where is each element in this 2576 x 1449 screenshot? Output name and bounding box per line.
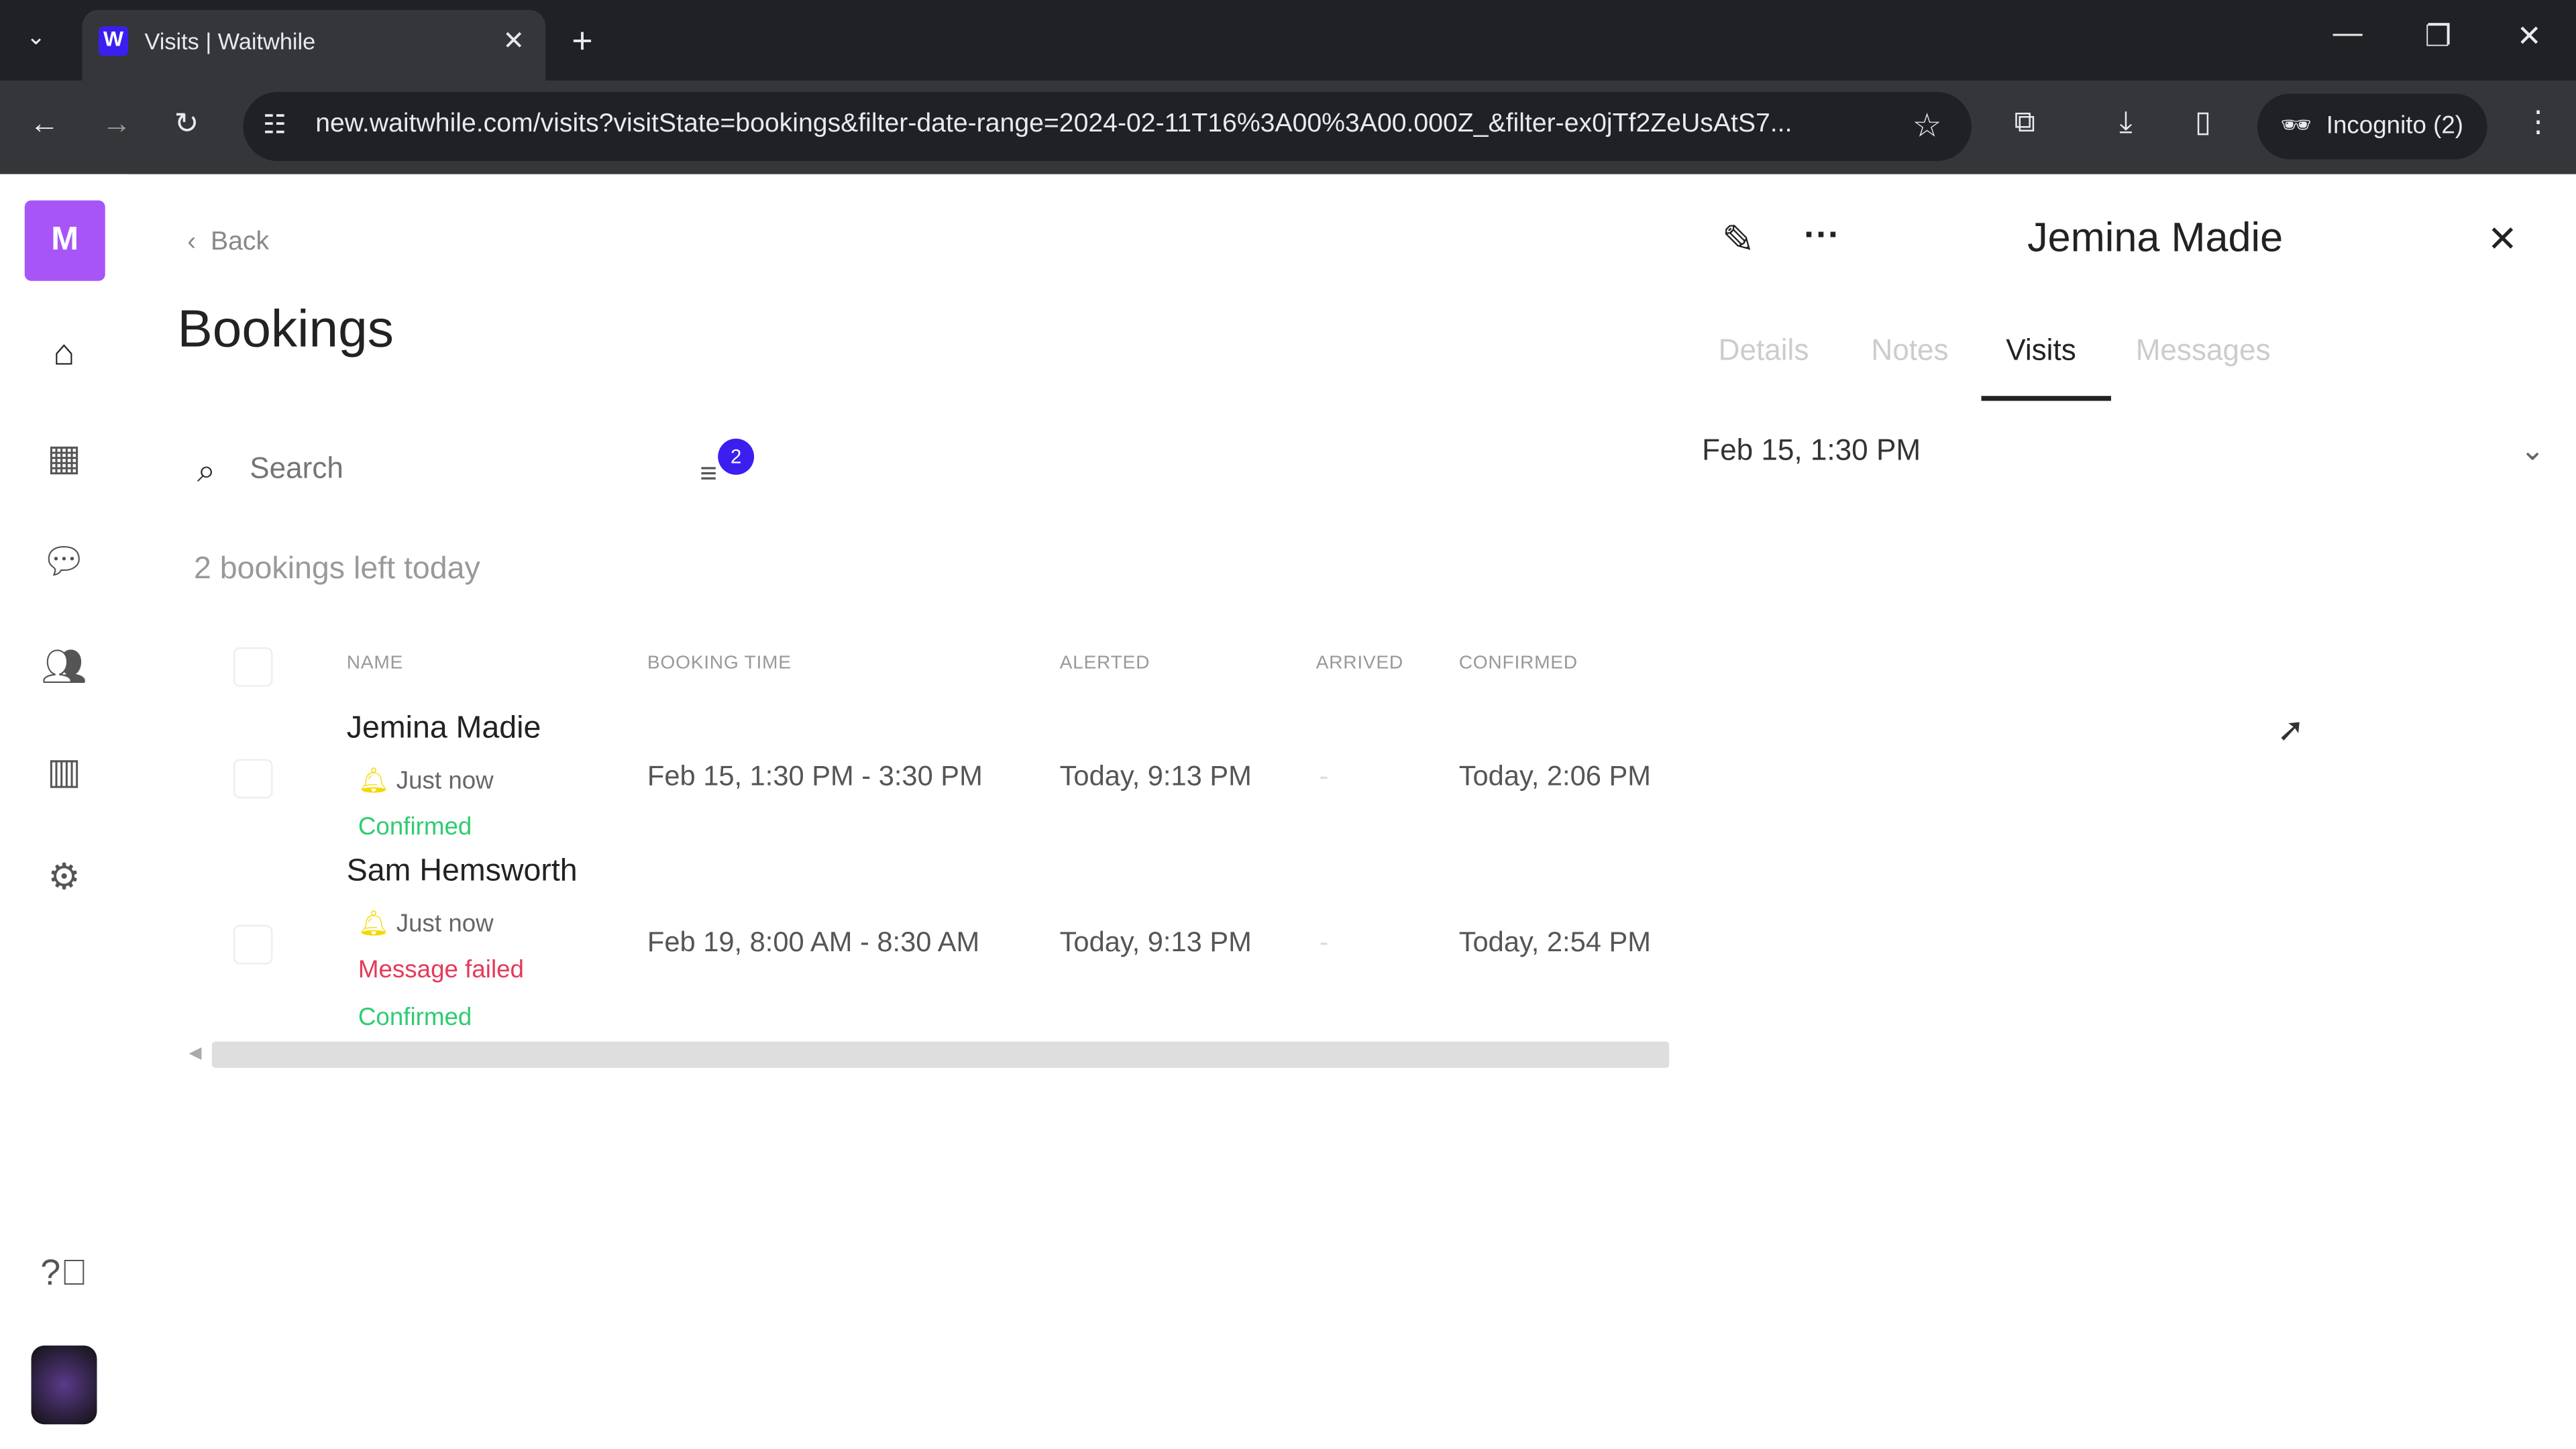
booking-time: Feb 19, 8:00 AM - 8:30 AM <box>647 926 980 958</box>
close-panel-icon[interactable]: ✕ <box>2487 219 2518 262</box>
help-icon[interactable]: ?⃝ <box>40 1248 89 1297</box>
scroll-left-icon[interactable]: ◀ <box>189 1045 202 1063</box>
tab-notes[interactable]: Notes <box>1871 333 1948 368</box>
column-header-booking-time[interactable]: BOOKING TIME <box>647 654 792 674</box>
bell-icon: 🔔︎ <box>358 910 390 938</box>
row-checkbox[interactable] <box>233 759 273 799</box>
minimize-icon[interactable]: — <box>2333 16 2363 50</box>
address-bar[interactable]: ☷ new.waitwhile.com/visits?visitState=bo… <box>243 92 1972 162</box>
new-tab-icon[interactable]: + <box>572 19 592 62</box>
alerted-time: Today, 9:13 PM <box>1059 760 1252 792</box>
column-header-name[interactable]: NAME <box>347 654 403 674</box>
tab-messages[interactable]: Messages <box>2136 333 2271 368</box>
browser-tab[interactable]: W Visits | Waitwhile ✕ <box>82 9 546 81</box>
column-header-arrived[interactable]: ARRIVED <box>1316 654 1403 674</box>
customer-name: Sam Hemsworth <box>346 854 578 889</box>
more-options-icon[interactable]: ··· <box>1804 213 1840 256</box>
back-link[interactable]: ‹ Back <box>187 228 269 258</box>
customer-name: Jemina Madie <box>346 711 541 746</box>
booking-time: Feb 15, 1:30 PM - 3:30 PM <box>647 760 983 792</box>
tab-search-icon[interactable]: ⌄ <box>26 23 46 51</box>
extensions-icon[interactable]: ⧉ <box>2014 105 2035 140</box>
bell-icon: 🔔︎ <box>358 767 390 796</box>
tab-title: Visits | Waitwhile <box>144 28 316 54</box>
incognito-icon: 🕶 <box>2280 111 2312 140</box>
incognito-button[interactable]: 🕶 Incognito (2) <box>2257 93 2487 160</box>
tab-visits[interactable]: Visits <box>2006 333 2076 368</box>
edit-icon[interactable]: ✎ <box>1722 217 1755 264</box>
calendar-icon[interactable]: ▦ <box>40 434 89 483</box>
alert-time: Just now <box>396 767 494 796</box>
column-header-confirmed[interactable]: CONFIRMED <box>1459 654 1578 674</box>
download-icon[interactable]: ⤓ <box>2119 105 2133 140</box>
search-input[interactable] <box>246 450 664 488</box>
search-icon: ⌕ <box>197 453 216 490</box>
restore-icon[interactable]: ❐ <box>2425 19 2452 54</box>
filter-icon[interactable]: ≡ <box>700 457 717 491</box>
table-row[interactable]: Jemina Madie 🔔︎ Just now Confirmed Feb 1… <box>180 706 1669 848</box>
user-avatar[interactable] <box>31 1345 97 1425</box>
forward-icon[interactable]: → <box>102 107 131 141</box>
tab-details[interactable]: Details <box>1719 333 1809 368</box>
back-label: Back <box>211 228 270 257</box>
confirmed-time: Today, 2:54 PM <box>1458 926 1651 958</box>
messages-icon[interactable]: 💬︎ <box>40 537 89 586</box>
chevron-down-icon[interactable]: ⌄ <box>2520 434 2545 468</box>
settings-icon[interactable]: ⚙ <box>40 853 89 902</box>
horizontal-scrollbar[interactable] <box>211 1041 1670 1068</box>
bookings-summary: 2 bookings left today <box>193 551 480 587</box>
bookmark-star-icon[interactable]: ☆ <box>1913 105 1942 146</box>
org-avatar[interactable]: M <box>24 200 105 281</box>
site-info-icon[interactable]: ☷ <box>263 109 286 142</box>
waitwhile-logo-icon: W <box>98 26 129 56</box>
status-confirmed: Confirmed <box>358 1004 472 1032</box>
arrived-time: - <box>1319 926 1329 958</box>
side-panel-icon[interactable]: ▯ <box>2195 105 2211 140</box>
confirmed-time: Today, 2:06 PM <box>1458 760 1651 792</box>
column-header-alerted[interactable]: ALERTED <box>1060 654 1150 674</box>
reload-icon[interactable]: ↻ <box>174 107 199 141</box>
panel-customer-name: Jemina Madie <box>2027 215 2284 262</box>
select-all-checkbox[interactable] <box>233 647 273 687</box>
close-window-icon[interactable]: ✕ <box>2517 19 2542 54</box>
arrived-time: - <box>1319 760 1329 792</box>
table-row[interactable]: Sam Hemsworth 🔔︎ Just now Message failed… <box>180 849 1669 1038</box>
home-icon[interactable]: ⌂ <box>40 329 89 378</box>
mouse-cursor-icon: ➚ <box>2277 712 2305 749</box>
close-tab-icon[interactable]: ✕ <box>502 25 525 58</box>
customers-icon[interactable]: 👥︎ <box>40 643 89 692</box>
active-tab-indicator <box>1981 396 2111 401</box>
back-icon[interactable]: ← <box>30 107 59 141</box>
menu-icon[interactable]: ⋮ <box>2524 105 2553 140</box>
page-title: Bookings <box>177 299 394 358</box>
analytics-icon[interactable]: ▥ <box>40 747 89 796</box>
url-text: new.waitwhile.com/visits?visitState=book… <box>315 110 1792 138</box>
alerted-time: Today, 9:13 PM <box>1059 926 1252 958</box>
status-message-failed: Message failed <box>358 956 525 984</box>
visit-item[interactable]: Feb 15, 1:30 PM <box>1702 434 1921 468</box>
filter-count-badge: 2 <box>718 438 755 475</box>
incognito-label: Incognito (2) <box>2326 111 2464 140</box>
alert-time: Just now <box>396 910 494 938</box>
row-checkbox[interactable] <box>233 924 273 965</box>
status-confirmed: Confirmed <box>358 813 472 841</box>
